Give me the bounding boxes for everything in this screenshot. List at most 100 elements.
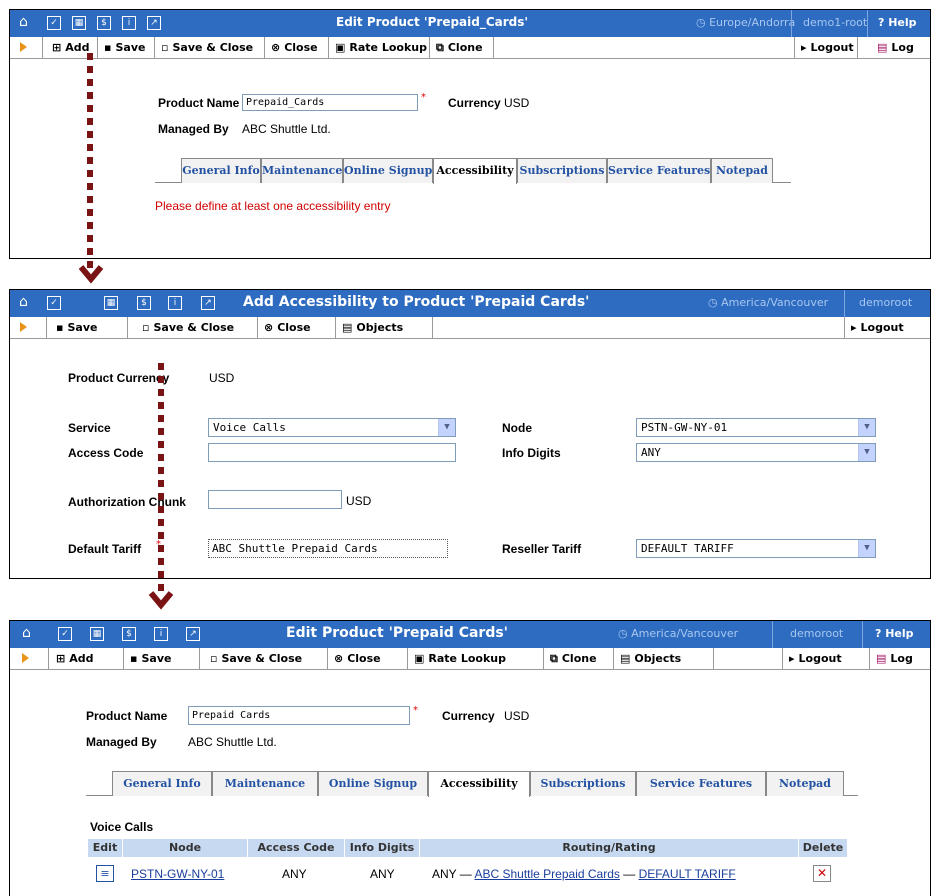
objects-button[interactable]: ▤ Objects <box>336 317 433 338</box>
close-icon: ⊗ <box>334 652 344 665</box>
logout-button[interactable]: ▸ Logout <box>782 648 870 669</box>
timezone-link[interactable]: ◷ America/Vancouver <box>708 296 828 309</box>
tab-subscriptions[interactable]: Subscriptions <box>517 158 607 183</box>
chart-icon[interactable]: ↗ <box>147 16 161 30</box>
home-icon[interactable]: ⌂ <box>22 625 31 641</box>
log-button[interactable]: ▤ Log <box>870 648 930 669</box>
delete-icon[interactable]: ✕ <box>813 865 831 882</box>
tab-service-features[interactable]: Service Features <box>636 771 766 796</box>
page-title: Edit Product 'Prepaid Cards' <box>286 625 508 641</box>
dollar-icon[interactable]: $ <box>122 627 136 641</box>
edit-icon[interactable]: ≡ <box>96 865 114 882</box>
chevron-down-icon[interactable]: ▼ <box>858 419 875 436</box>
save-button[interactable]: ▪ Save <box>50 317 128 338</box>
info-digits-select[interactable]: ANY ▼ <box>636 443 876 462</box>
node-select[interactable]: PSTN-GW-NY-01 ▼ <box>636 418 876 437</box>
user-link[interactable]: demoroot <box>790 627 843 640</box>
close-button[interactable]: ⊗ Close <box>328 648 408 669</box>
chart-icon[interactable]: ↗ <box>186 627 200 641</box>
info-icon[interactable]: i <box>168 296 182 310</box>
product-name-input[interactable]: Prepaid_Cards <box>242 94 418 111</box>
grid-icon[interactable]: ▦ <box>90 627 104 641</box>
service-select[interactable]: Voice Calls ▼ <box>208 418 456 437</box>
tab-general-info[interactable]: General Info <box>181 158 261 183</box>
chart-icon[interactable]: ↗ <box>201 296 215 310</box>
timezone-link[interactable]: ◷ America/Vancouver <box>618 627 738 640</box>
clone-button[interactable]: ⧉ Clone <box>544 648 614 669</box>
clone-button[interactable]: ⧉ Clone <box>430 37 494 58</box>
access-code-input[interactable] <box>208 443 456 462</box>
menu-arrow-icon[interactable] <box>22 653 29 663</box>
chevron-down-icon[interactable]: ▼ <box>858 444 875 461</box>
help-link[interactable]: ? Help <box>875 627 914 640</box>
chevron-down-icon[interactable]: ▼ <box>858 540 875 557</box>
tab-accessibility[interactable]: Accessibility <box>428 771 530 797</box>
chevron-down-icon <box>148 591 174 610</box>
log-button[interactable]: ▤ Log <box>871 37 930 58</box>
rate-lookup-button[interactable]: ▣ Rate Lookup <box>408 648 544 669</box>
info-icon[interactable]: i <box>122 16 136 30</box>
close-button[interactable]: ⊗ Close <box>258 317 336 338</box>
toolbar: ⊞ Add ▪ Save ▫ Save & Close ⊗ Close ▣ Rate Lo… <box>10 37 930 59</box>
chevron-down-icon[interactable]: ▼ <box>438 419 455 436</box>
rate-lookup-button[interactable]: ▣ Rate Lookup <box>329 37 430 58</box>
access-code-cell: ANY <box>282 867 307 881</box>
managed-by-value: ABC Shuttle Ltd. <box>188 735 277 749</box>
tab-maintenance[interactable]: Maintenance <box>212 771 318 796</box>
reseller-tariff-select[interactable]: DEFAULT TARIFF ▼ <box>636 539 876 558</box>
objects-button[interactable]: ▤ Objects <box>614 648 714 669</box>
info-icon[interactable]: i <box>154 627 168 641</box>
close-button[interactable]: ⊗ Close <box>265 37 329 58</box>
reseller-tariff-link[interactable]: DEFAULT TARIFF <box>639 867 736 881</box>
authorization-chunk-input[interactable] <box>208 490 342 509</box>
disk-close-icon: ▫ <box>161 41 169 54</box>
menu-arrow-icon[interactable] <box>20 42 27 52</box>
checkbox-icon[interactable]: ✓ <box>47 16 61 30</box>
dollar-icon[interactable]: $ <box>137 296 151 310</box>
logout-button[interactable]: ▸ Logout <box>844 317 930 338</box>
grid-icon[interactable]: ▦ <box>104 296 118 310</box>
node-label: Node <box>502 421 532 435</box>
logout-icon: ▸ <box>851 321 857 334</box>
currency-value: USD <box>504 709 530 723</box>
save-close-button[interactable]: ▫ Save & Close <box>155 37 265 58</box>
save-close-button[interactable]: ▫ Save & Close <box>136 317 258 338</box>
save-button[interactable]: ▪ Save <box>124 648 200 669</box>
timezone-link[interactable]: ◷ Europe/Andorra <box>696 16 795 29</box>
home-icon[interactable]: ⌂ <box>19 14 28 30</box>
tab-service-features[interactable]: Service Features <box>607 158 711 183</box>
info-digits-cell: ANY <box>370 867 395 881</box>
menu-arrow-icon[interactable] <box>20 322 27 332</box>
tab-subscriptions[interactable]: Subscriptions <box>530 771 636 796</box>
tab-notepad[interactable]: Notepad <box>711 158 773 183</box>
home-icon[interactable]: ⌂ <box>19 294 28 310</box>
save-button[interactable]: ▪ Save <box>98 37 155 58</box>
save-close-button[interactable]: ▫ Save & Close <box>204 648 328 669</box>
tab-accessibility[interactable]: Accessibility <box>433 158 517 184</box>
logout-button[interactable]: ▸ Logout <box>794 37 858 58</box>
tariff-link[interactable]: ABC Shuttle Prepaid Cards <box>474 867 619 881</box>
node-link[interactable]: PSTN-GW-NY-01 <box>131 867 224 881</box>
tab-maintenance[interactable]: Maintenance <box>261 158 343 183</box>
column-access-code: Access Code <box>248 839 344 857</box>
tab-general-info[interactable]: General Info <box>112 771 212 796</box>
tab-notepad[interactable]: Notepad <box>766 771 844 796</box>
product-name-input[interactable]: Prepaid Cards <box>188 706 410 725</box>
tab-online-signup[interactable]: Online Signup <box>318 771 428 796</box>
info-digits-label: Info Digits <box>502 446 561 460</box>
dollar-icon[interactable]: $ <box>97 16 111 30</box>
checkbox-icon[interactable]: ✓ <box>58 627 72 641</box>
help-link[interactable]: ? Help <box>878 16 917 29</box>
checkbox-icon[interactable]: ✓ <box>47 296 61 310</box>
grid-icon[interactable]: ▦ <box>72 16 86 30</box>
default-tariff-select[interactable]: ABC Shuttle Prepaid Cards <box>208 539 448 558</box>
managed-by-label: Managed By <box>86 735 157 749</box>
authorization-chunk-unit: USD <box>346 494 372 508</box>
user-link[interactable]: demo1-root <box>803 16 867 29</box>
title-bar: ⌂ ✓ ▦ $ i ↗ Add Accessibility to Product… <box>10 290 930 317</box>
plus-icon: ⊞ <box>52 41 62 54</box>
user-link[interactable]: demoroot <box>859 296 912 309</box>
tab-online-signup[interactable]: Online Signup <box>343 158 433 183</box>
column-node: Node <box>123 839 247 857</box>
add-button[interactable]: ⊞ Add <box>50 648 124 669</box>
